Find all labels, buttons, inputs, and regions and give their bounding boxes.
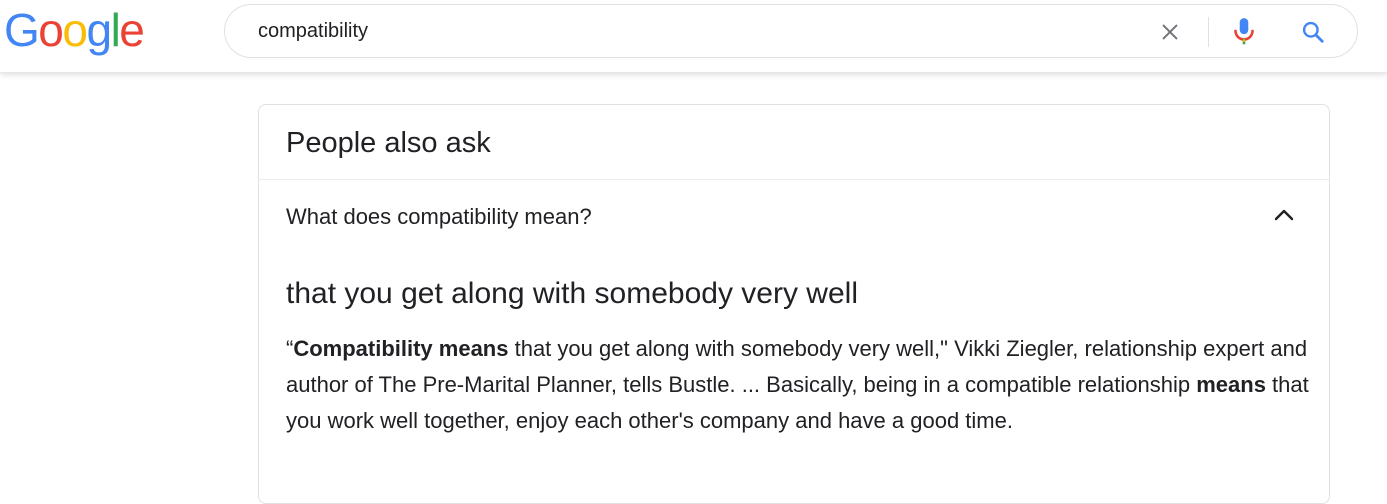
question-text: What does compatibility mean?: [286, 204, 592, 229]
people-also-ask-title: People also ask: [286, 127, 491, 159]
search-input[interactable]: [258, 17, 1108, 45]
related-question[interactable]: What does compatibility mean?: [259, 180, 1329, 256]
logo-letter: o: [62, 4, 88, 56]
search-box: [224, 4, 1358, 58]
voice-search-button[interactable]: [1227, 15, 1261, 49]
logo-letter: o: [38, 4, 64, 56]
google-logo[interactable]: Google: [4, 4, 145, 56]
search-header: Google: [0, 0, 1387, 73]
logo-letter: l: [110, 4, 121, 56]
search-icon: [1302, 21, 1324, 43]
search-button[interactable]: [1296, 15, 1330, 49]
snippet-bold: Compatibility means: [293, 336, 509, 361]
people-also-ask-card: People also ask What does compatibility …: [258, 104, 1330, 504]
snippet-bold: means: [1196, 372, 1266, 397]
microphone-icon: [1234, 18, 1254, 45]
logo-letter: e: [119, 4, 145, 56]
close-icon: [1162, 24, 1178, 40]
search-divider: [1208, 17, 1209, 47]
logo-letter: G: [4, 4, 40, 56]
answer-heading: that you get along with somebody very we…: [286, 277, 858, 310]
logo-letter: g: [86, 4, 112, 56]
chevron-up-icon[interactable]: [1269, 200, 1299, 230]
clear-search-button[interactable]: [1153, 15, 1187, 49]
answer-snippet: “Compatibility means that you get along …: [286, 331, 1316, 439]
